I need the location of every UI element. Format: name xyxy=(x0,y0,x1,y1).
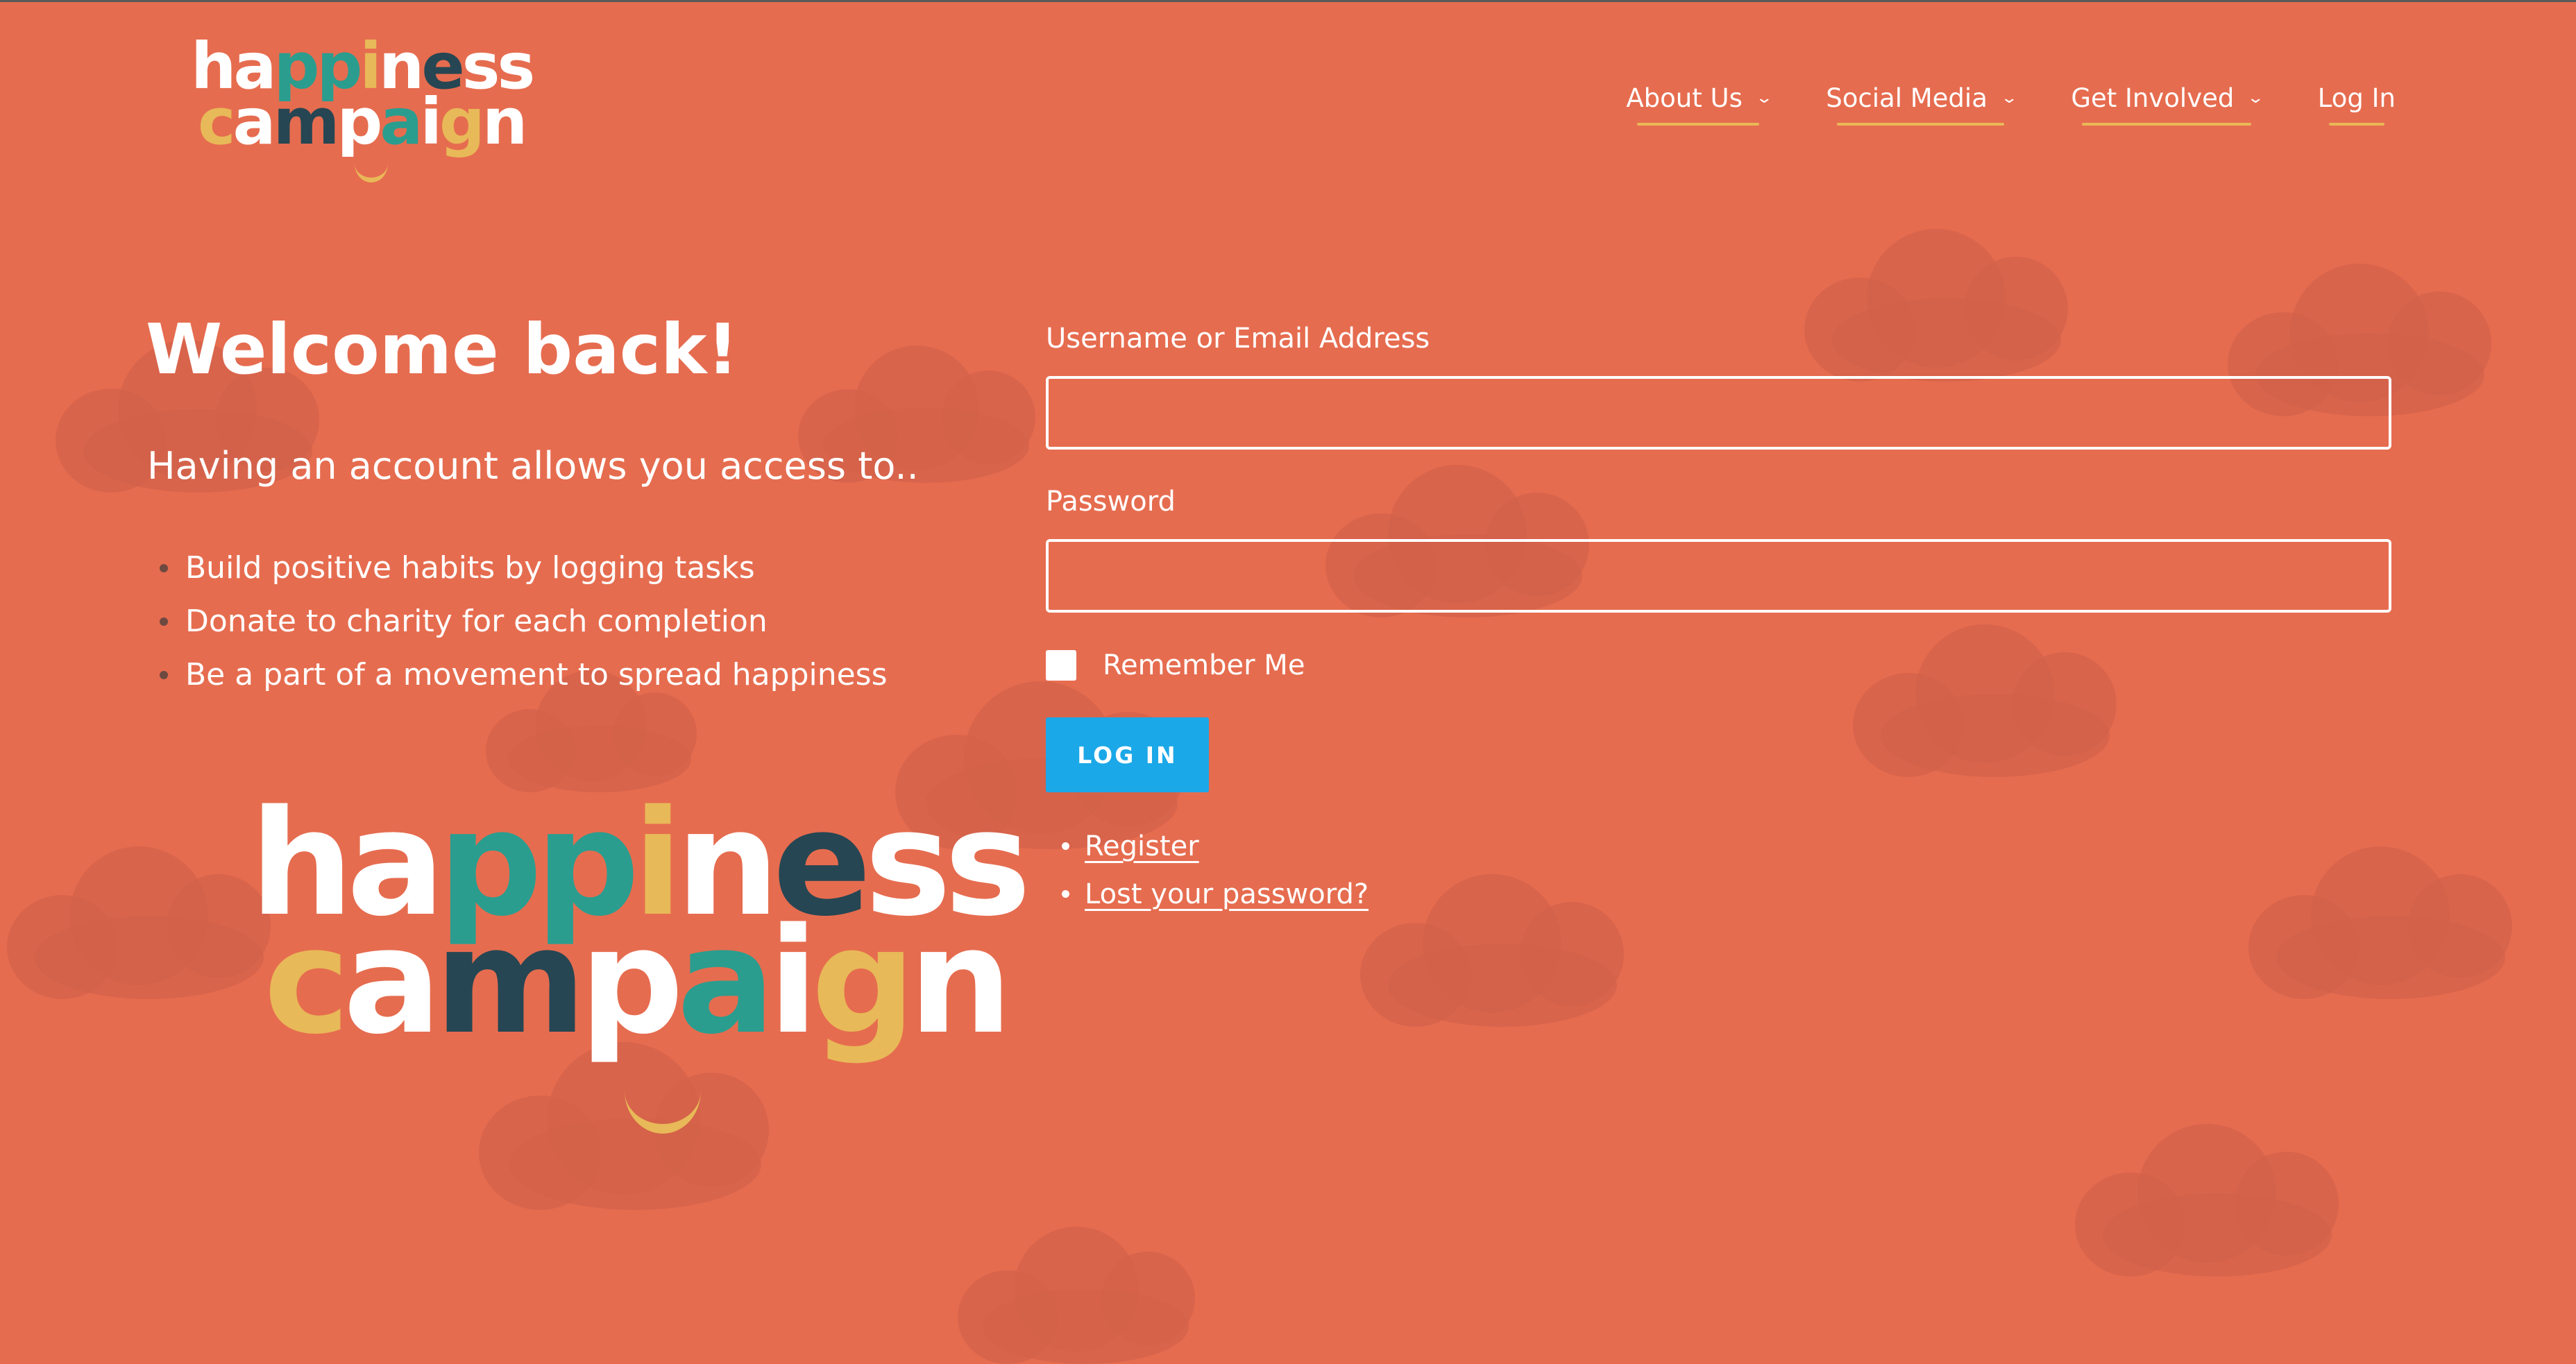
page-title: Welcome back! xyxy=(146,309,739,390)
smiley-face-icon xyxy=(625,1048,701,1134)
top-border xyxy=(0,0,2576,2)
log-in-button[interactable]: LOG IN xyxy=(1046,717,1209,792)
smiley-face-icon xyxy=(355,144,388,182)
logo-letter: a xyxy=(232,85,276,159)
logo-letter: m xyxy=(434,896,586,1066)
nav-log-in[interactable]: Log In xyxy=(2318,83,2396,126)
logo-letter: g xyxy=(811,896,915,1066)
nav-underline xyxy=(1837,123,2005,126)
list-item: Lost your password? xyxy=(1062,870,1368,918)
benefit-text: Be a part of a movement to spread happin… xyxy=(185,657,888,692)
logo-letter: a xyxy=(677,896,775,1066)
logo-letter: a xyxy=(380,85,423,159)
bullet xyxy=(160,670,168,679)
list-item: Register xyxy=(1062,822,1368,870)
logo-letter: c xyxy=(264,896,350,1066)
nav-underline xyxy=(2082,123,2251,126)
logo-letter: n xyxy=(908,896,1012,1066)
benefit-text: Build positive habits by logging tasks xyxy=(185,550,755,586)
form-links: Register Lost your password? xyxy=(1062,822,1368,918)
logo-line-2: campaign xyxy=(264,909,1024,1055)
chevron-down-icon: ⌄ xyxy=(2000,89,2018,107)
nav-log-in-label: Log In xyxy=(2317,83,2396,113)
main-nav: About Us ⌄ Social Media ⌄ Get Involved ⌄… xyxy=(1570,83,2396,126)
lost-password-link[interactable]: Lost your password? xyxy=(1085,878,1368,910)
list-item: Donate to charity for each completion xyxy=(147,595,888,648)
list-item: Build positive habits by logging tasks xyxy=(147,541,888,595)
bullet xyxy=(160,563,168,572)
register-link[interactable]: Register xyxy=(1085,830,1199,862)
chevron-down-icon: ⌄ xyxy=(1755,89,1773,107)
bullet xyxy=(1062,890,1069,898)
password-field[interactable] xyxy=(1046,539,2391,613)
logo-letter: i xyxy=(420,85,441,159)
nav-about-us-label: About Us xyxy=(1626,83,1743,113)
benefit-text: Donate to charity for each completion xyxy=(185,604,768,639)
chevron-down-icon: ⌄ xyxy=(2246,89,2265,107)
bullet xyxy=(1062,842,1069,850)
username-field[interactable] xyxy=(1046,376,2391,450)
campaign-logo: happiness campaign xyxy=(250,791,1031,1134)
logo-letter: i xyxy=(768,896,818,1066)
logo-letter: m xyxy=(273,85,340,159)
intro-subtitle: Having an account allows you access to.. xyxy=(147,444,919,488)
bullet xyxy=(160,617,168,626)
remember-me-label[interactable]: Remember Me xyxy=(1103,649,1305,681)
benefits-list: Build positive habits by logging tasks D… xyxy=(147,541,888,701)
password-label: Password xyxy=(1046,486,1176,518)
logo-letter: n xyxy=(482,85,527,159)
header-logo[interactable]: happiness campaign xyxy=(191,35,535,182)
list-item: Be a part of a movement to spread happin… xyxy=(147,648,888,701)
nav-social-media-label: Social Media xyxy=(1826,83,1988,113)
nav-get-involved-label: Get Involved xyxy=(2071,83,2235,113)
logo-letter: a xyxy=(343,896,441,1066)
logo-line-2: campaign xyxy=(198,90,532,154)
nav-social-media[interactable]: Social Media ⌄ xyxy=(1826,83,2018,126)
logo-letter: c xyxy=(198,85,236,159)
nav-underline xyxy=(1637,123,1760,126)
nav-about-us[interactable]: About Us ⌄ xyxy=(1626,83,1773,126)
logo-letter: p xyxy=(579,896,684,1066)
remember-me-checkbox[interactable] xyxy=(1046,650,1076,681)
username-label: Username or Email Address xyxy=(1046,323,1430,355)
nav-get-involved[interactable]: Get Involved ⌄ xyxy=(2071,83,2265,126)
logo-letter: g xyxy=(439,85,485,159)
nav-underline xyxy=(2328,123,2384,126)
